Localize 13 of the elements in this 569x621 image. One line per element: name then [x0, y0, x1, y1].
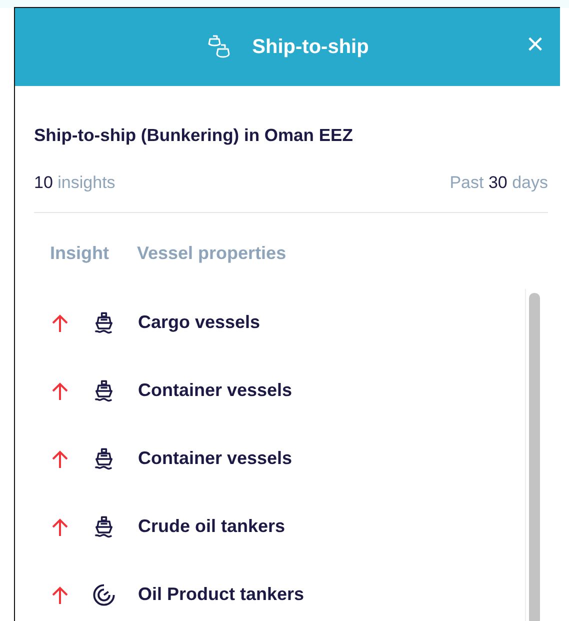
- vessel-type: Oil Product tankers: [138, 583, 304, 606]
- insight-count: 10 insights: [34, 172, 116, 194]
- vessel-type: Container vessels: [138, 379, 292, 402]
- insight-title: Ship-to-ship (Bunkering) in Oman EEZ: [34, 124, 354, 147]
- gauge-icon: [92, 582, 116, 607]
- panel-title: Ship-to-ship: [252, 35, 369, 60]
- column-header: Insight: [50, 242, 109, 265]
- time-period: Past 30 days: [450, 172, 548, 194]
- vessel-type: Crude oil tankers: [138, 515, 286, 538]
- column-header: Vessel properties: [137, 242, 286, 265]
- vessel-type: Container vessels: [138, 447, 292, 470]
- vessel-type: Cargo vessels: [138, 311, 260, 334]
- close-button[interactable]: ×: [526, 30, 544, 60]
